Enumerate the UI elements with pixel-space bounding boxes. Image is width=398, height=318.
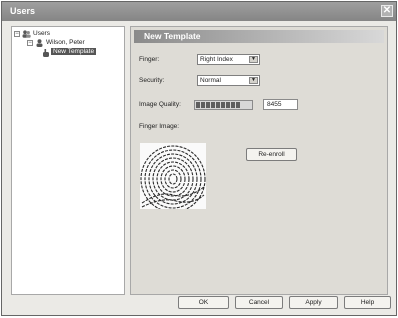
close-icon: ✕ bbox=[382, 5, 392, 16]
image-quality-value: 8455 bbox=[263, 99, 298, 110]
chevron-down-icon[interactable]: ▼ bbox=[249, 77, 258, 84]
cancel-button[interactable]: Cancel bbox=[235, 296, 283, 309]
finger-select-value: Right Index bbox=[200, 56, 233, 63]
tree-label-user: Wilson, Peter bbox=[46, 39, 85, 46]
security-label: Security: bbox=[139, 77, 165, 84]
help-button[interactable]: Help bbox=[344, 296, 391, 309]
panel-header: New Template bbox=[134, 30, 384, 43]
tree-label-template: New Template bbox=[51, 48, 97, 55]
close-button[interactable]: ✕ bbox=[381, 5, 393, 17]
title-bar: Users ✕ bbox=[2, 2, 396, 21]
user-icon bbox=[36, 39, 43, 47]
finger-image-label: Finger Image: bbox=[139, 123, 180, 130]
collapse-icon[interactable]: − bbox=[14, 31, 20, 37]
image-quality-fill bbox=[196, 102, 240, 108]
window-title: Users bbox=[10, 6, 36, 16]
ok-button[interactable]: OK bbox=[178, 296, 229, 309]
tree-label-users: Users bbox=[33, 30, 50, 37]
chevron-down-icon[interactable]: ▼ bbox=[249, 56, 258, 63]
hand-icon bbox=[43, 49, 49, 57]
finger-label: Finger: bbox=[139, 56, 160, 63]
image-quality-label: Image Quality: bbox=[139, 101, 181, 108]
finger-select[interactable]: Right Index ▼ bbox=[197, 54, 260, 65]
image-quality-meter bbox=[194, 100, 253, 110]
fingerprint-image bbox=[140, 143, 206, 209]
security-select-value: Normal bbox=[200, 77, 221, 84]
template-panel: New Template Finger: Right Index ▼ Secur… bbox=[130, 26, 388, 295]
users-window: Users ✕ − Users − Wilson, Peter New Temp… bbox=[1, 1, 397, 316]
users-tree[interactable]: − Users − Wilson, Peter New Template bbox=[11, 26, 125, 295]
tree-item-template[interactable]: New Template bbox=[41, 48, 123, 58]
apply-button[interactable]: Apply bbox=[289, 296, 338, 309]
tree-item-users[interactable]: − Users bbox=[14, 30, 114, 39]
collapse-icon[interactable]: − bbox=[27, 40, 33, 46]
security-select[interactable]: Normal ▼ bbox=[197, 75, 260, 86]
users-group-icon bbox=[22, 30, 31, 38]
tree-item-user[interactable]: − Wilson, Peter bbox=[27, 39, 122, 48]
reenroll-button[interactable]: Re-enroll bbox=[246, 148, 297, 161]
panel-title: New Template bbox=[144, 31, 201, 41]
